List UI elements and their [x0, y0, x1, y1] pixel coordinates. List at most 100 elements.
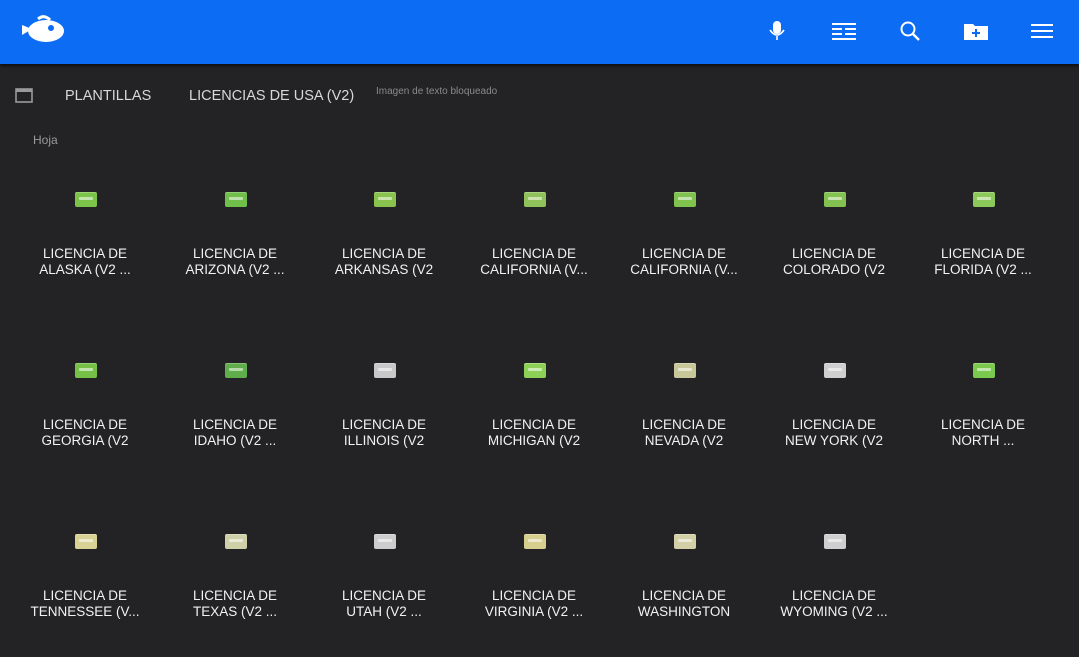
- file-name-line1: LICENCIA DE: [491, 417, 577, 432]
- file-thumbnail-icon: [374, 192, 396, 207]
- file-tile[interactable]: LICENCIA DE CALIFORNIA (V...: [464, 170, 604, 310]
- file-tile[interactable]: LICENCIA DE CALIFORNIA (V...: [614, 170, 754, 310]
- file-thumbnail-icon: [374, 534, 396, 549]
- file-name-line2: ARKANSAS (V2: [334, 262, 434, 277]
- file-name: LICENCIA DE MICHIGAN (V2: [472, 417, 596, 449]
- file-name-line2: CALIFORNIA (V...: [630, 262, 738, 277]
- file-tile[interactable]: LICENCIA DE COLORADO (V2: [764, 170, 904, 310]
- file-name-line1: LICENCIA DE: [192, 417, 278, 432]
- file-name-line1: LICENCIA DE: [641, 417, 727, 432]
- file-tile[interactable]: LICENCIA DE WYOMING (V2 ...: [764, 512, 904, 652]
- file-name: LICENCIA DE ILLINOIS (V2: [322, 417, 446, 449]
- file-name-line1: LICENCIA DE: [42, 588, 128, 603]
- file-thumbnail-icon: [225, 534, 247, 549]
- file-name-line1: LICENCIA DE: [42, 246, 128, 261]
- home-icon[interactable]: [14, 86, 34, 104]
- file-name: LICENCIA DE NEVADA (V2: [622, 417, 746, 449]
- file-name-line1: LICENCIA DE: [791, 588, 877, 603]
- file-name: LICENCIA DE VIRGINIA (V2 ...: [472, 588, 596, 620]
- file-tile[interactable]: LICENCIA DE GEORGIA (V2: [15, 341, 155, 481]
- file-tile[interactable]: LICENCIA DE FLORIDA (V2 ...: [913, 170, 1053, 310]
- file-tile[interactable]: LICENCIA DE WASHINGTON: [614, 512, 754, 652]
- file-tile[interactable]: LICENCIA DE MICHIGAN (V2: [464, 341, 604, 481]
- app-toolbar: [0, 0, 1079, 64]
- file-name-line2: FLORIDA (V2 ...: [934, 262, 1032, 277]
- file-name-line2: TEXAS (V2 ...: [192, 604, 278, 619]
- file-name-line2: CALIFORNIA (V...: [480, 262, 588, 277]
- file-name: LICENCIA DE TENNESSEE (V...: [23, 588, 147, 620]
- file-tile[interactable]: LICENCIA DE TENNESSEE (V...: [15, 512, 155, 652]
- file-name: LICENCIA DE WYOMING (V2 ...: [772, 588, 896, 620]
- file-name-line2: NORTH ...: [951, 433, 1015, 448]
- file-name: LICENCIA DE COLORADO (V2: [772, 246, 896, 278]
- file-name-line2: ILLINOIS (V2: [343, 433, 425, 448]
- file-thumbnail-icon: [674, 363, 696, 378]
- file-thumbnail-icon: [524, 363, 546, 378]
- file-name: LICENCIA DE NORTH ...: [921, 417, 1045, 449]
- file-name-line2: COLORADO (V2: [782, 262, 886, 277]
- file-name-line2: ARIZONA (V2 ...: [185, 262, 285, 277]
- file-name-line1: LICENCIA DE: [940, 246, 1026, 261]
- search-icon[interactable]: [895, 16, 925, 46]
- file-name-line1: LICENCIA DE: [192, 588, 278, 603]
- file-name-line1: LICENCIA DE: [341, 588, 427, 603]
- file-tile[interactable]: LICENCIA DE NEVADA (V2: [614, 341, 754, 481]
- file-thumbnail-icon: [674, 192, 696, 207]
- file-thumbnail-icon: [524, 192, 546, 207]
- file-tile[interactable]: LICENCIA DE TEXAS (V2 ...: [165, 512, 305, 652]
- file-thumbnail-icon: [674, 534, 696, 549]
- file-name-line1: LICENCIA DE: [192, 246, 278, 261]
- microphone-icon[interactable]: [762, 16, 792, 46]
- file-name: LICENCIA DE CALIFORNIA (V...: [622, 246, 746, 278]
- breadcrumb-item-plantillas[interactable]: PLANTILLAS: [65, 88, 151, 104]
- file-name: LICENCIA DE NEW YORK (V2: [772, 417, 896, 449]
- new-folder-icon[interactable]: [961, 16, 991, 46]
- file-tile[interactable]: LICENCIA DE VIRGINIA (V2 ...: [464, 512, 604, 652]
- file-thumbnail-icon: [824, 534, 846, 549]
- file-name-line1: LICENCIA DE: [641, 246, 727, 261]
- file-name-line2: NEW YORK (V2: [784, 433, 884, 448]
- file-thumbnail-icon: [374, 363, 396, 378]
- file-name-line1: LICENCIA DE: [491, 588, 577, 603]
- file-name: LICENCIA DE IDAHO (V2 ...: [173, 417, 297, 449]
- file-name-line1: LICENCIA DE: [791, 417, 877, 432]
- list-view-icon[interactable]: [829, 16, 859, 46]
- file-name-line2: ALASKA (V2 ...: [39, 262, 131, 277]
- file-name: LICENCIA DE UTAH (V2 ...: [322, 588, 446, 620]
- breadcrumb: PLANTILLAS LICENCIAS DE USA (V2) Imagen …: [0, 70, 1079, 122]
- file-tile[interactable]: LICENCIA DE ARKANSAS (V2: [314, 170, 454, 310]
- file-thumbnail-icon: [824, 192, 846, 207]
- file-tile[interactable]: LICENCIA DE ARIZONA (V2 ...: [165, 170, 305, 310]
- file-thumbnail-icon: [973, 363, 995, 378]
- file-name-line1: LICENCIA DE: [641, 588, 727, 603]
- file-name: LICENCIA DE WASHINGTON: [622, 588, 746, 620]
- file-name-line1: LICENCIA DE: [940, 417, 1026, 432]
- file-name-line1: LICENCIA DE: [42, 417, 128, 432]
- file-name-line2: VIRGINIA (V2 ...: [484, 604, 584, 619]
- file-tile[interactable]: LICENCIA DE UTAH (V2 ...: [314, 512, 454, 652]
- file-name-line1: LICENCIA DE: [791, 246, 877, 261]
- file-thumbnail-icon: [824, 363, 846, 378]
- file-name-line1: LICENCIA DE: [341, 417, 427, 432]
- file-tile[interactable]: LICENCIA DE NEW YORK (V2: [764, 341, 904, 481]
- file-name: LICENCIA DE ARKANSAS (V2: [322, 246, 446, 278]
- menu-icon[interactable]: [1027, 16, 1057, 46]
- file-thumbnail-icon: [75, 363, 97, 378]
- file-name-line2: WYOMING (V2 ...: [780, 604, 888, 619]
- section-title: Hoja: [33, 133, 58, 147]
- app-logo[interactable]: [18, 13, 68, 47]
- file-name: LICENCIA DE FLORIDA (V2 ...: [921, 246, 1045, 278]
- file-name-line2: NEVADA (V2: [644, 433, 724, 448]
- file-tile[interactable]: LICENCIA DE IDAHO (V2 ...: [165, 341, 305, 481]
- breadcrumb-item-licencias[interactable]: LICENCIAS DE USA (V2): [189, 88, 354, 104]
- file-thumbnail-icon: [524, 534, 546, 549]
- file-name-line2: TENNESSEE (V...: [30, 604, 140, 619]
- file-thumbnail-icon: [75, 192, 97, 207]
- file-tile[interactable]: LICENCIA DE ALASKA (V2 ...: [15, 170, 155, 310]
- file-thumbnail-icon: [225, 363, 247, 378]
- file-name-line2: MICHIGAN (V2: [487, 433, 581, 448]
- file-tile[interactable]: LICENCIA DE ILLINOIS (V2: [314, 341, 454, 481]
- file-tile[interactable]: LICENCIA DE NORTH ...: [913, 341, 1053, 481]
- file-name-line2: IDAHO (V2 ...: [193, 433, 277, 448]
- file-name: LICENCIA DE ALASKA (V2 ...: [23, 246, 147, 278]
